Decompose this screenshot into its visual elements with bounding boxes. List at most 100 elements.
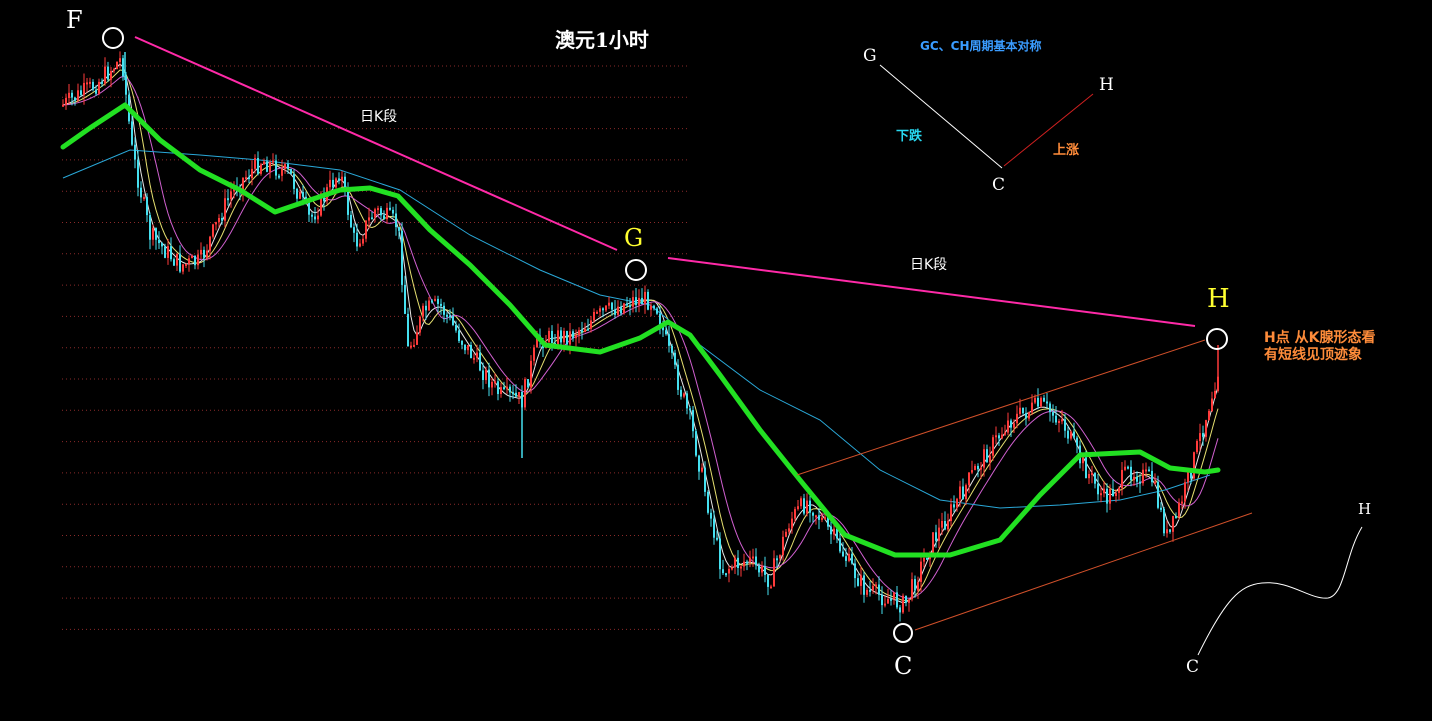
candle-body (653, 305, 655, 309)
candle-body (623, 303, 625, 314)
h-note-line-1: H点 从K腺形态看 (1264, 330, 1376, 346)
candle-body (1004, 432, 1006, 435)
candle-body (935, 532, 937, 541)
candle-body (224, 198, 226, 221)
candle-body (119, 58, 121, 62)
channel-lower-line (914, 512, 1253, 631)
candle-body (1187, 471, 1189, 483)
candle-body (917, 582, 919, 591)
candle-body (569, 331, 571, 345)
diagram-label-c: C (992, 175, 1006, 195)
candle-body (62, 104, 64, 107)
candle-body (425, 305, 427, 311)
candle-body (209, 236, 211, 251)
candle-body (1112, 489, 1114, 496)
candle-body (887, 598, 889, 604)
candle-body (278, 175, 280, 178)
candle-body (632, 297, 634, 307)
candle-body (533, 347, 535, 361)
candle-body (1181, 501, 1183, 504)
candle-body (413, 344, 415, 347)
candle-body (854, 563, 856, 579)
candle-body (152, 228, 154, 240)
sketch-label-c: C (1186, 657, 1200, 677)
candle-body (785, 531, 787, 537)
candle-body (308, 201, 310, 215)
candle-body (1118, 488, 1120, 493)
candle-body (713, 518, 715, 538)
candle-body (572, 331, 574, 339)
candle-body (296, 188, 298, 199)
candle-body (1205, 420, 1207, 437)
candle-body (1001, 434, 1003, 439)
main-moving-average-layer (60, 102, 1221, 558)
candle-body (1088, 474, 1090, 479)
candle-body (1211, 398, 1213, 411)
annotation-layer (102, 27, 1363, 656)
candle-body (1100, 493, 1102, 496)
candle-body (689, 408, 691, 411)
candle-body (527, 379, 529, 388)
diagram-line-gc (879, 64, 1003, 169)
candle-body (497, 381, 499, 394)
candle-body (302, 192, 304, 197)
candle-body (686, 393, 688, 409)
candle-body (395, 213, 397, 228)
candle-body (608, 302, 610, 306)
candle-body (566, 330, 568, 345)
candle-body (197, 254, 199, 266)
candle-body (875, 584, 877, 587)
candle-body (683, 393, 685, 397)
candle-body (1067, 430, 1069, 439)
candle-body (284, 164, 286, 169)
candle-body (371, 217, 373, 220)
candle-body (1154, 481, 1156, 484)
candle-body (245, 177, 247, 180)
candle-body (863, 575, 865, 595)
candle-body (404, 284, 406, 314)
candle-body (731, 567, 733, 570)
candle-body (1127, 466, 1129, 469)
candle-body (338, 178, 340, 181)
candle-body (902, 595, 904, 613)
candle-body (83, 82, 85, 95)
candle-body (422, 305, 424, 317)
candle-body (461, 341, 463, 345)
candle-body (575, 335, 577, 339)
candle-body (833, 528, 835, 535)
candle-body (890, 598, 892, 601)
candle-body (959, 486, 961, 499)
candle-body (374, 209, 376, 218)
candle-body (998, 435, 1000, 439)
candle-body (131, 121, 133, 145)
candle-body (1214, 390, 1216, 399)
candle-body (1073, 431, 1075, 438)
candle-body (1007, 420, 1009, 433)
candle-body (740, 566, 742, 569)
candle-body (329, 179, 331, 188)
candle-body (788, 528, 790, 532)
candle-body (383, 215, 385, 220)
candle-body (107, 66, 109, 80)
candle-body (677, 364, 679, 390)
candle-body (1139, 481, 1141, 484)
candle-body (1046, 401, 1048, 404)
candle-body (815, 515, 817, 518)
candle-body (629, 305, 631, 308)
candle-body (185, 263, 187, 266)
candle-body (518, 392, 520, 397)
candle-body (704, 467, 706, 492)
candle-body (611, 302, 613, 310)
candle-body (509, 386, 511, 393)
candle-body (419, 316, 421, 333)
candle-body (995, 435, 997, 438)
candle-body (365, 220, 367, 239)
candle-body (260, 164, 262, 174)
candle-body (1145, 469, 1147, 472)
candle-body (809, 500, 811, 513)
candle-body (1166, 529, 1168, 534)
candle-body (725, 573, 727, 576)
candle-body (359, 243, 361, 247)
candle-body (896, 592, 898, 608)
candle-body (1031, 402, 1033, 413)
